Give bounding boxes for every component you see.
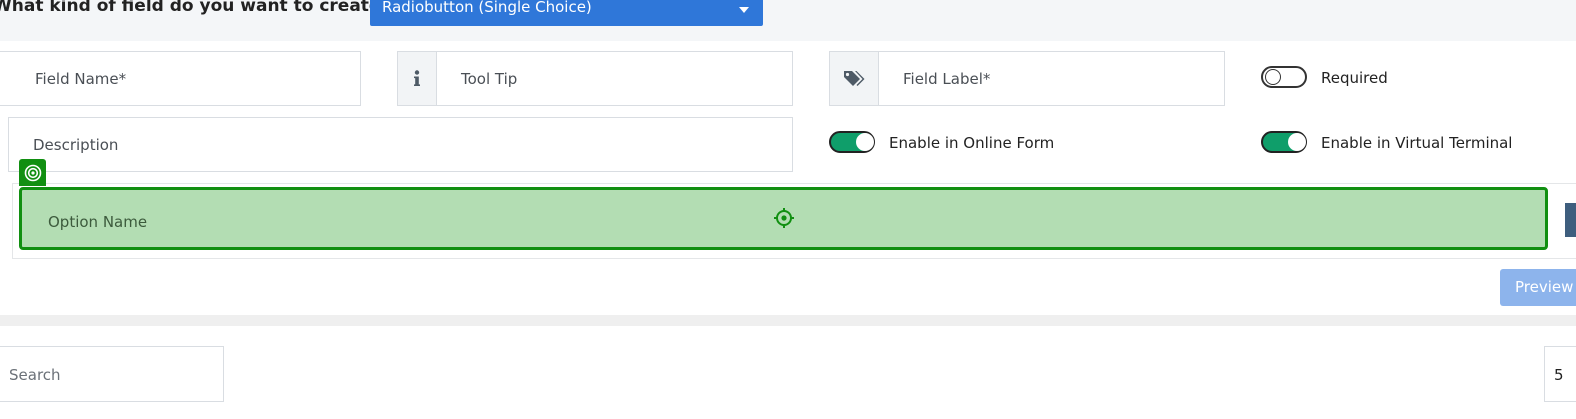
required-label: Required (1321, 69, 1388, 87)
required-toggle[interactable] (1261, 66, 1307, 88)
toggle-knob (1265, 69, 1281, 85)
field-label-placeholder: Field Label* (903, 70, 991, 88)
toggle-knob (1288, 133, 1306, 151)
tooltip-input[interactable]: Tool Tip (436, 51, 793, 106)
field-type-select[interactable]: Radiobutton (Single Choice) (370, 0, 763, 26)
enable-online-form-label: Enable in Online Form (889, 134, 1055, 152)
field-label-input[interactable]: Field Label* (878, 51, 1225, 106)
field-type-question: What kind of field do you want to create… (0, 0, 391, 16)
field-name-input[interactable]: Field Name* (0, 51, 361, 106)
search-placeholder: Search (9, 366, 61, 384)
field-name-placeholder: Field Name* (35, 70, 127, 88)
target-icon[interactable] (19, 159, 46, 186)
enable-online-form-toggle[interactable] (829, 131, 875, 153)
enable-virtual-terminal-toggle[interactable] (1261, 131, 1307, 153)
tooltip-placeholder: Tool Tip (461, 70, 518, 88)
option-name-placeholder: Option Name (48, 213, 148, 231)
caret-down-icon (739, 7, 749, 13)
description-input[interactable]: Description (8, 117, 793, 172)
page-size-value: 5 (1554, 366, 1564, 384)
field-type-select-value: Radiobutton (Single Choice) (382, 0, 592, 16)
tag-icon (829, 51, 879, 106)
side-action-tab[interactable] (1565, 203, 1576, 237)
enable-virtual-terminal-label: Enable in Virtual Terminal (1321, 134, 1513, 152)
field-type-header: What kind of field do you want to create… (0, 0, 1576, 41)
toggle-knob (856, 133, 874, 151)
section-divider (0, 315, 1576, 326)
preview-button[interactable]: Preview (1500, 269, 1576, 306)
page-size-select[interactable]: 5 (1544, 346, 1576, 402)
crosshair-icon (773, 207, 795, 233)
description-placeholder: Description (33, 136, 119, 154)
info-icon (397, 51, 437, 106)
search-input[interactable]: Search (0, 346, 224, 402)
